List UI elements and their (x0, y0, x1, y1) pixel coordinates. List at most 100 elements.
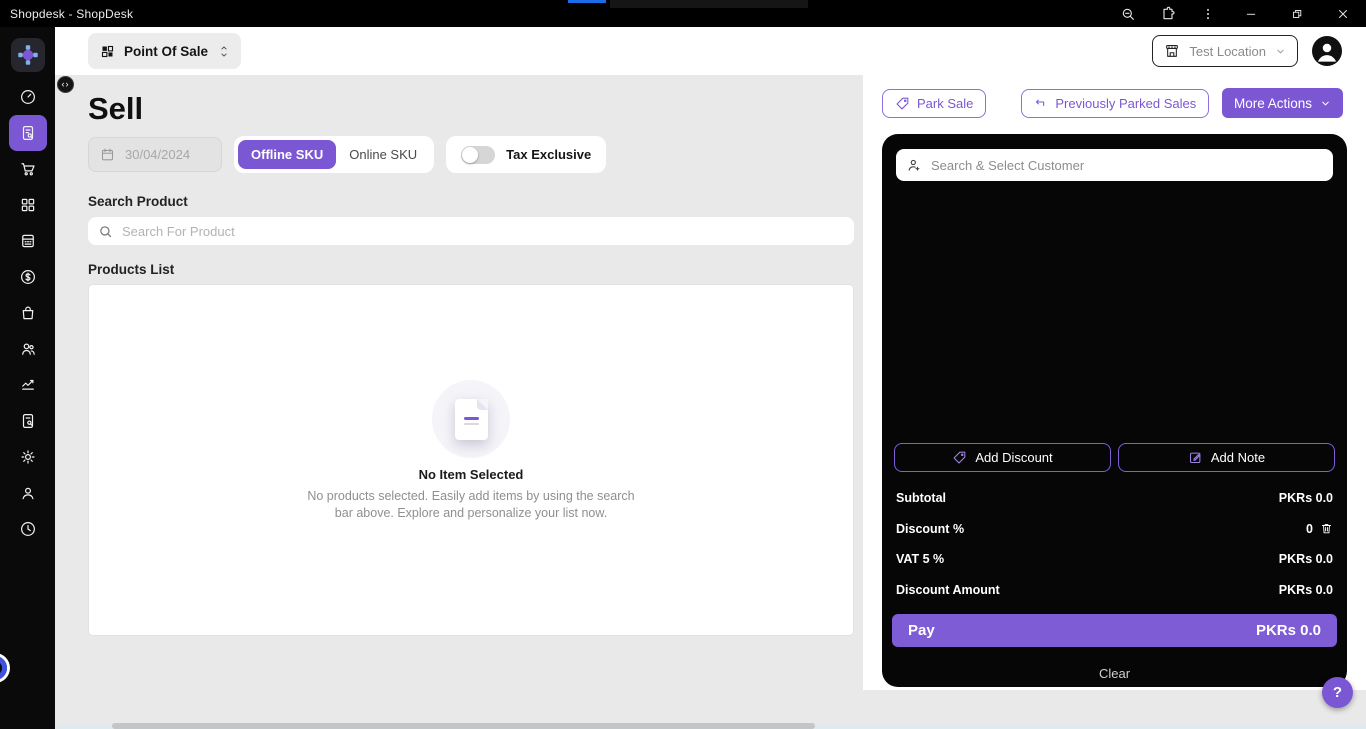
add-customer-icon (906, 157, 922, 173)
pay-button[interactable]: Pay PKRs 0.0 (892, 614, 1337, 647)
empty-state-description: No products selected. Easily add items b… (304, 488, 638, 522)
sidebar-item-purchases[interactable] (9, 295, 47, 331)
summary-row-discount-percent: Discount % 0 (896, 514, 1333, 545)
nav-module-selector[interactable]: Point Of Sale (88, 33, 241, 69)
page-title: Sell (88, 91, 854, 127)
add-note-button[interactable]: Add Note (1118, 443, 1335, 472)
tax-exclusive-switch[interactable] (461, 146, 495, 164)
tab-strip-ghost (610, 0, 808, 8)
chevron-down-icon (1275, 46, 1286, 57)
date-picker[interactable]: 30/04/2024 (88, 137, 222, 172)
user-avatar[interactable] (1312, 36, 1342, 66)
settings-gear-icon (19, 448, 37, 466)
analytics-chart-icon (19, 376, 37, 394)
pos-receipt-icon (19, 124, 37, 142)
totals-summary: Subtotal PKRs 0.0 Discount % 0 (896, 483, 1333, 605)
main-column: Point Of Sale Test Location (55, 27, 1366, 729)
app-frame: ‹› Point Of Sale Test Location (0, 27, 1366, 729)
sidebar-item-finance[interactable] (9, 259, 47, 295)
reports-doc-icon (19, 412, 37, 430)
sidebar-item-dashboard[interactable] (9, 79, 47, 115)
chevron-down-icon (1320, 98, 1331, 109)
minimize-icon[interactable] (1228, 0, 1274, 27)
history-clock-icon (19, 520, 37, 538)
sidebar-item-profile[interactable] (9, 475, 47, 511)
sidebar-item-history[interactable] (9, 511, 47, 547)
delete-discount-icon[interactable] (1320, 522, 1333, 535)
sell-controls: 30/04/2024 Offline SKU Online SKU Tax Ex… (88, 136, 854, 173)
products-list-label: Products List (88, 262, 854, 277)
nav-module-label: Point Of Sale (124, 44, 208, 59)
sort-chevrons-icon (219, 45, 229, 58)
previously-parked-sales-button[interactable]: Previously Parked Sales (1021, 89, 1209, 118)
empty-state-title: No Item Selected (419, 467, 524, 482)
product-search-box (88, 217, 854, 245)
categories-grid-icon (19, 196, 37, 214)
cash-register-icon (19, 232, 37, 250)
sidebar-item-register[interactable] (9, 223, 47, 259)
sku-mode-toggle: Offline SKU Online SKU (234, 136, 434, 173)
topbar: Point Of Sale Test Location (55, 27, 1366, 75)
finance-dollar-icon (19, 268, 37, 286)
discount-percent-value: 0 (1306, 522, 1313, 536)
close-icon[interactable] (1320, 0, 1366, 27)
tax-exclusive-control: Tax Exclusive (446, 136, 606, 173)
menu-kebab-icon[interactable] (1188, 0, 1228, 27)
cart-actions-row: Park Sale Previously Parked Sales More A… (863, 75, 1366, 118)
shopdesk-logo[interactable] (11, 38, 45, 72)
chat-widget-ring[interactable] (0, 656, 7, 680)
cart-panel: Park Sale Previously Parked Sales More A… (863, 75, 1366, 690)
profile-icon (19, 484, 37, 502)
clear-button[interactable]: Clear (896, 659, 1333, 687)
summary-row-discount-amount: Discount Amount PKRs 0.0 (896, 575, 1333, 606)
customer-search-input[interactable] (931, 158, 1323, 173)
tag-icon (895, 96, 910, 111)
sidebar-item-pos[interactable] (9, 115, 47, 151)
sidebar-collapse-toggle[interactable]: ‹› (57, 76, 74, 93)
return-arrow-icon (1034, 96, 1048, 110)
location-selector[interactable]: Test Location (1152, 35, 1298, 67)
tab-loading-accent (568, 0, 606, 3)
calendar-icon (100, 147, 115, 162)
pay-amount: PKRs 0.0 (1256, 622, 1321, 639)
sidebar-item-categories[interactable] (9, 187, 47, 223)
add-discount-button[interactable]: Add Discount (894, 443, 1111, 472)
dashboard-gauge-icon (19, 88, 37, 106)
sidebar (0, 27, 55, 729)
online-sku-tab[interactable]: Online SKU (336, 140, 430, 169)
storefront-icon (1164, 43, 1180, 59)
horizontal-scrollbar[interactable] (55, 723, 1366, 729)
grid-icon (100, 44, 115, 59)
topbar-right: Test Location (1152, 35, 1342, 67)
switch-knob (462, 147, 478, 163)
help-button[interactable]: ? (1322, 677, 1353, 708)
product-search-input[interactable] (122, 224, 844, 239)
cart-icon (19, 160, 37, 178)
summary-row-subtotal: Subtotal PKRs 0.0 (896, 483, 1333, 514)
tax-exclusive-label: Tax Exclusive (506, 147, 591, 162)
content-area: Sell 30/04/2024 Offline SKU Online SKU (55, 75, 1366, 729)
purchases-bag-icon (19, 304, 37, 322)
cart-empty-space (896, 181, 1333, 443)
restore-icon[interactable] (1274, 0, 1320, 27)
discount-note-row: Add Discount Add Note (894, 443, 1335, 472)
sidebar-item-reports[interactable] (9, 403, 47, 439)
sidebar-item-analytics[interactable] (9, 367, 47, 403)
titlebar-actions (1108, 0, 1366, 27)
park-sale-button[interactable]: Park Sale (882, 89, 986, 118)
products-list-card: No Item Selected No products selected. E… (88, 284, 854, 636)
empty-state-badge (432, 380, 510, 458)
offline-sku-tab[interactable]: Offline SKU (238, 140, 336, 169)
extensions-icon[interactable] (1148, 0, 1188, 27)
sidebar-item-sales[interactable] (9, 151, 47, 187)
more-actions-button[interactable]: More Actions (1222, 88, 1343, 118)
empty-document-icon (455, 399, 488, 440)
checkout-card: Add Discount Add Note Subtotal PKRs (882, 134, 1347, 687)
sidebar-item-settings[interactable] (9, 439, 47, 475)
sell-section: Sell 30/04/2024 Offline SKU Online SKU (88, 75, 854, 636)
window-titlebar: Shopdesk - ShopDesk (0, 0, 1366, 27)
sidebar-item-customers[interactable] (9, 331, 47, 367)
customer-search-box (896, 149, 1333, 181)
scrollbar-thumb[interactable] (112, 723, 815, 729)
zoom-out-icon[interactable] (1108, 0, 1148, 27)
